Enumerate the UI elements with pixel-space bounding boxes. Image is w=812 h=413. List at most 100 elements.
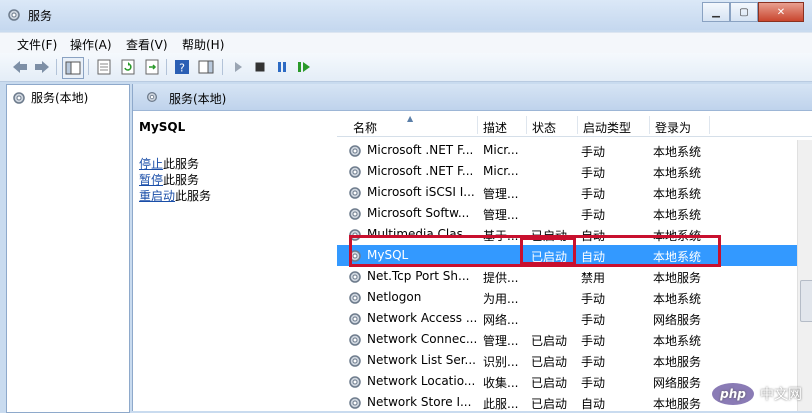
table-row[interactable]: Network List Ser... 识别... 已启动 手动 本地服务: [337, 350, 797, 371]
gear-icon: [349, 166, 361, 178]
service-name: Network List Ser...: [367, 353, 476, 367]
gear-icon: [349, 271, 361, 283]
column-header-startup-type[interactable]: 启动类型: [583, 119, 631, 136]
highlight-box-mysql-status: [520, 237, 576, 265]
maximize-button[interactable]: ▢: [730, 2, 758, 22]
service-name: Microsoft .NET F...: [367, 164, 474, 178]
column-header-log-on-as[interactable]: 登录为: [655, 119, 691, 136]
properties-button[interactable]: [94, 57, 114, 77]
console-tree-button[interactable]: [62, 57, 84, 79]
column-header-description[interactable]: 描述: [483, 119, 507, 136]
service-description-panel: MySQL 停止此服务 暂停此服务 重启动此服务: [139, 120, 329, 203]
service-status: 已启动: [531, 334, 568, 348]
console-tree: 服务(本地): [6, 84, 130, 413]
restart-service-button[interactable]: [294, 57, 314, 77]
minimize-icon: ▁: [712, 6, 720, 18]
stop-service-link[interactable]: 停止: [139, 157, 163, 171]
menu-file[interactable]: 文件(F): [17, 36, 57, 53]
minimize-button[interactable]: ▁: [702, 2, 730, 22]
forward-button[interactable]: [32, 57, 52, 77]
stop-service-action: 停止此服务: [139, 157, 200, 171]
table-row[interactable]: Microsoft .NET F... Micr... 手动 本地系统: [337, 140, 797, 161]
start-service-button[interactable]: [228, 57, 248, 77]
gear-icon: [349, 313, 361, 325]
export-icon: [145, 59, 159, 75]
forward-arrow-icon: [35, 61, 49, 73]
service-startup-type: 手动: [581, 376, 606, 390]
scrollbar-thumb[interactable]: [800, 280, 812, 322]
watermark-text: 中文网: [760, 387, 802, 403]
service-description: 管理...: [483, 187, 519, 201]
table-row[interactable]: Microsoft .NET F... Micr... 手动 本地系统: [337, 161, 797, 182]
service-description: Micr...: [483, 164, 519, 178]
gear-icon: [349, 355, 361, 367]
table-row[interactable]: Network Connec... 管理... 已启动 手动 本地系统: [337, 329, 797, 350]
service-startup-type: 手动: [581, 313, 606, 327]
table-row[interactable]: Microsoft Softw... 管理... 手动 本地系统: [337, 203, 797, 224]
restart-service-link[interactable]: 重启动: [139, 189, 175, 203]
tree-item-services-local[interactable]: 服务(本地): [11, 89, 88, 106]
back-arrow-icon: [13, 61, 27, 73]
service-name: Microsoft iSCSI I...: [367, 185, 475, 199]
service-log-on-as: 本地系统: [653, 187, 702, 201]
service-name: Netlogon: [367, 290, 422, 304]
menu-action[interactable]: 操作(A): [70, 36, 112, 53]
pause-service-link[interactable]: 暂停: [139, 173, 163, 187]
column-header-status[interactable]: 状态: [532, 119, 556, 136]
pause-service-button[interactable]: [272, 57, 292, 77]
service-status: 已启动: [531, 397, 568, 411]
table-row[interactable]: Microsoft iSCSI I... 管理... 手动 本地系统: [337, 182, 797, 203]
service-description: 此服...: [483, 397, 519, 411]
gear-icon: [349, 187, 361, 199]
service-description: 网络...: [483, 313, 519, 327]
service-startup-type: 手动: [581, 208, 606, 222]
export-list-button[interactable]: [142, 57, 162, 77]
title-bar: 服务 ▁ ▢ ✕: [0, 0, 812, 30]
selected-service-name: MySQL: [139, 120, 186, 134]
pause-icon: [278, 62, 286, 72]
play-icon: [235, 62, 242, 72]
service-description: 管理...: [483, 208, 519, 222]
gear-icon: [146, 91, 158, 103]
refresh-button[interactable]: [118, 57, 138, 77]
back-button[interactable]: [10, 57, 30, 77]
service-description: 提供...: [483, 271, 519, 285]
close-icon: ✕: [776, 6, 786, 18]
help-button[interactable]: ?: [172, 57, 192, 77]
service-name: Network Connec...: [367, 332, 477, 346]
service-startup-type: 自动: [581, 397, 606, 411]
service-description: 为用...: [483, 292, 519, 306]
action-pane-icon: [198, 60, 214, 74]
gear-icon: [13, 91, 25, 104]
gear-icon: [8, 9, 20, 21]
service-log-on-as: 本地系统: [653, 166, 702, 180]
svg-text:?: ?: [179, 62, 185, 75]
service-description: 收集...: [483, 376, 519, 390]
menu-view[interactable]: 查看(V): [126, 36, 168, 53]
gear-icon: [349, 376, 361, 388]
service-log-on-as: 网络服务: [653, 313, 702, 327]
service-startup-type: 手动: [581, 292, 606, 306]
stop-service-button[interactable]: [250, 57, 270, 77]
table-row[interactable]: Net.Tcp Port Sh... 提供... 禁用 本地服务: [337, 266, 797, 287]
service-startup-type: 手动: [581, 355, 606, 369]
properties-icon: [97, 59, 111, 75]
service-description: Micr...: [483, 143, 519, 157]
table-row[interactable]: Netlogon 为用... 手动 本地系统: [337, 287, 797, 308]
toolbar: ?: [0, 53, 812, 82]
sort-ascending-icon: ▲: [407, 114, 414, 123]
service-startup-type: 手动: [581, 187, 606, 201]
table-row[interactable]: Network Access ... 网络... 手动 网络服务: [337, 308, 797, 329]
gear-icon: [349, 334, 361, 346]
window-title: 服务: [28, 9, 53, 23]
service-log-on-as: 本地系统: [653, 292, 702, 306]
service-name: Net.Tcp Port Sh...: [367, 269, 470, 283]
column-header-name[interactable]: 名称: [353, 119, 377, 136]
close-button[interactable]: ✕: [758, 2, 804, 22]
maximize-icon: ▢: [739, 6, 749, 18]
watermark-badge: php: [712, 383, 754, 405]
vertical-scrollbar[interactable]: [797, 140, 812, 411]
gear-icon: [349, 292, 361, 304]
menu-help[interactable]: 帮助(H): [182, 36, 224, 53]
show-hide-action-pane-button[interactable]: [196, 57, 216, 77]
